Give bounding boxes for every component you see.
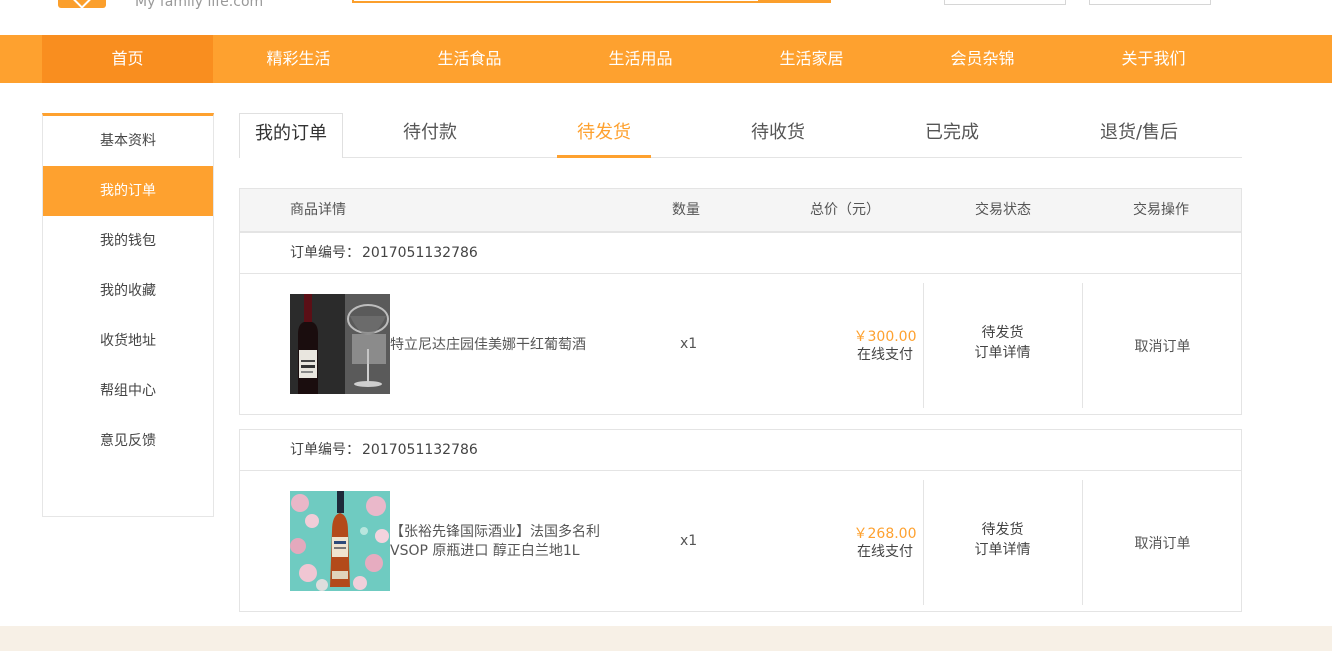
header-total-price: 总价（元） [810, 202, 880, 218]
order-header: 订单编号： 2017051132786 [240, 430, 1241, 471]
cancel-order-button[interactable]: 取消订单 [1100, 336, 1225, 356]
column-divider [923, 480, 924, 605]
order-number-value: 2017051132786 [362, 442, 478, 458]
sidebar-item-profile[interactable]: 基本资料 [43, 116, 213, 166]
product-name[interactable]: 【张裕先锋国际酒业】法国多名利VSOP 原瓶进口 醇正白兰地1L [390, 523, 620, 561]
order-card: 订单编号： 2017051132786 【张裕先锋国际酒业】法国多名利VSOP 原… [239, 429, 1242, 612]
tab-my-orders[interactable]: 我的订单 [239, 113, 343, 158]
header-trade-actions: 交易操作 [1133, 202, 1189, 218]
tab-pending-payment[interactable]: 待付款 [384, 113, 476, 158]
header-product-details: 商品详情 [290, 202, 346, 218]
header-button-2[interactable] [1089, 0, 1211, 5]
order-price: ￥300.00 [853, 329, 917, 345]
order-status: 待发货 [981, 325, 1024, 341]
site-logo[interactable] [58, 0, 106, 9]
logo-subtitle: My family life.com [135, 0, 264, 10]
product-quantity: x1 [680, 336, 698, 352]
sidebar-item-wallet[interactable]: 我的钱包 [43, 216, 213, 266]
cancel-order-button[interactable]: 取消订单 [1100, 533, 1225, 553]
order-number-label: 订单编号： [290, 442, 360, 458]
tab-pending-shipment[interactable]: 待发货 [557, 113, 651, 158]
account-sidebar: 基本资料 我的订单 我的钱包 我的收藏 收货地址 帮组中心 意见反馈 [42, 113, 214, 517]
order-price-cell: ￥268.00 在线支付 [820, 525, 950, 561]
orders-table-header: 商品详情 数量 总价（元） 交易状态 交易操作 [239, 188, 1242, 233]
sidebar-item-help[interactable]: 帮组中心 [43, 366, 213, 416]
payment-type: 在线支付 [857, 544, 913, 560]
nav-item-member[interactable]: 会员杂锦 [897, 35, 1068, 83]
column-divider [1082, 480, 1083, 605]
product-name[interactable]: 特立尼达庄园佳美娜干红葡萄酒 [390, 336, 620, 355]
order-status: 待发货 [981, 522, 1024, 538]
header-quantity: 数量 [672, 202, 700, 218]
nav-item-food[interactable]: 生活食品 [384, 35, 555, 83]
order-header: 订单编号： 2017051132786 [240, 233, 1241, 274]
order-price: ￥268.00 [853, 526, 917, 542]
sidebar-item-feedback[interactable]: 意见反馈 [43, 416, 213, 466]
tab-pending-receipt[interactable]: 待收货 [731, 113, 825, 158]
search-button[interactable] [760, 0, 831, 3]
order-price-cell: ￥300.00 在线支付 [820, 328, 950, 364]
nav-item-wonderful-life[interactable]: 精彩生活 [213, 35, 384, 83]
nav-item-about[interactable]: 关于我们 [1068, 35, 1239, 83]
order-status-cell: 待发货 订单详情 [945, 323, 1060, 363]
order-number-label: 订单编号： [290, 245, 360, 261]
header-button-1[interactable] [944, 0, 1066, 5]
payment-type: 在线支付 [857, 347, 913, 363]
sidebar-item-orders[interactable]: 我的订单 [43, 166, 213, 216]
tab-completed[interactable]: 已完成 [905, 113, 999, 158]
header-trade-status: 交易状态 [975, 202, 1031, 218]
order-number: 订单编号： 2017051132786 [290, 430, 478, 471]
nav-item-home-furnishing[interactable]: 生活家居 [726, 35, 897, 83]
search-input[interactable] [352, 0, 760, 3]
order-number: 订单编号： 2017051132786 [290, 233, 478, 274]
main-nav: 首页 精彩生活 生活食品 生活用品 生活家居 会员杂锦 关于我们 [0, 35, 1332, 83]
nav-item-supplies[interactable]: 生活用品 [555, 35, 726, 83]
footer-band [0, 626, 1332, 651]
logo-heart-icon [72, 0, 92, 9]
product-image-wine[interactable] [290, 294, 390, 394]
order-tabs: 我的订单 待付款 待发货 待收货 已完成 退货/售后 [239, 113, 1242, 158]
order-detail-link[interactable]: 订单详情 [945, 343, 1060, 363]
nav-item-home[interactable]: 首页 [42, 35, 213, 83]
column-divider [1082, 283, 1083, 408]
sidebar-item-favorites[interactable]: 我的收藏 [43, 266, 213, 316]
order-detail-link[interactable]: 订单详情 [945, 540, 1060, 560]
top-header: My family life.com [0, 0, 1332, 35]
product-quantity: x1 [680, 533, 698, 549]
sidebar-item-address[interactable]: 收货地址 [43, 316, 213, 366]
column-divider [923, 283, 924, 408]
product-image-brandy[interactable] [290, 491, 390, 591]
order-number-value: 2017051132786 [362, 245, 478, 261]
tab-returns[interactable]: 退货/售后 [1089, 113, 1189, 158]
order-card: 订单编号： 2017051132786 特立尼达庄园佳美娜干红葡萄酒 x1 ￥30… [239, 232, 1242, 415]
order-status-cell: 待发货 订单详情 [945, 520, 1060, 560]
